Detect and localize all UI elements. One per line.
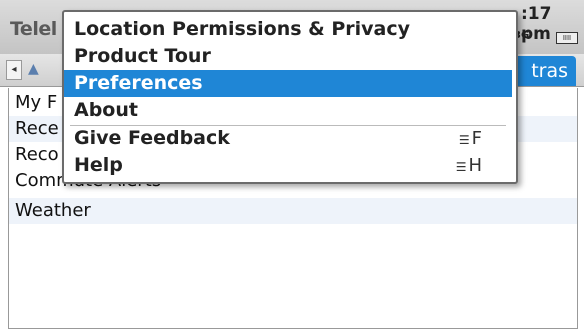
device-screen: Telel :17 pm 3G IIII ◂ ▲ tras My F Rece … bbox=[0, 0, 584, 332]
shortcut-f: ☰ F bbox=[458, 128, 482, 149]
menu-item-label: Location Permissions & Privacy bbox=[74, 18, 411, 40]
shortcut-h: ☰ H bbox=[455, 155, 482, 176]
menu-item-label: Product Tour bbox=[74, 45, 211, 67]
menu-item-help[interactable]: Help ☰ H bbox=[64, 152, 512, 179]
menu-item-preferences[interactable]: Preferences bbox=[64, 70, 512, 97]
map-icon[interactable]: ▲ bbox=[28, 60, 48, 78]
menu-key-icon: ☰ bbox=[455, 160, 467, 174]
list-item[interactable]: Weather bbox=[9, 198, 577, 224]
menu-item-label: Help bbox=[74, 154, 123, 176]
back-button[interactable]: ◂ bbox=[6, 60, 22, 80]
menu-key-icon: ☰ bbox=[458, 133, 470, 147]
menu-item-product-tour[interactable]: Product Tour bbox=[64, 43, 512, 70]
menu-item-location-permissions[interactable]: Location Permissions & Privacy bbox=[64, 16, 512, 43]
menu-item-about[interactable]: About bbox=[64, 97, 512, 124]
menu-item-label: About bbox=[74, 99, 138, 121]
battery-icon: IIII bbox=[556, 32, 578, 44]
context-menu: Location Permissions & Privacy Product T… bbox=[62, 10, 518, 184]
menu-item-give-feedback[interactable]: Give Feedback ☰ F bbox=[64, 125, 512, 152]
menu-item-label: Give Feedback bbox=[74, 127, 230, 149]
menu-item-label: Preferences bbox=[74, 72, 203, 94]
app-title: Telel bbox=[10, 18, 57, 40]
